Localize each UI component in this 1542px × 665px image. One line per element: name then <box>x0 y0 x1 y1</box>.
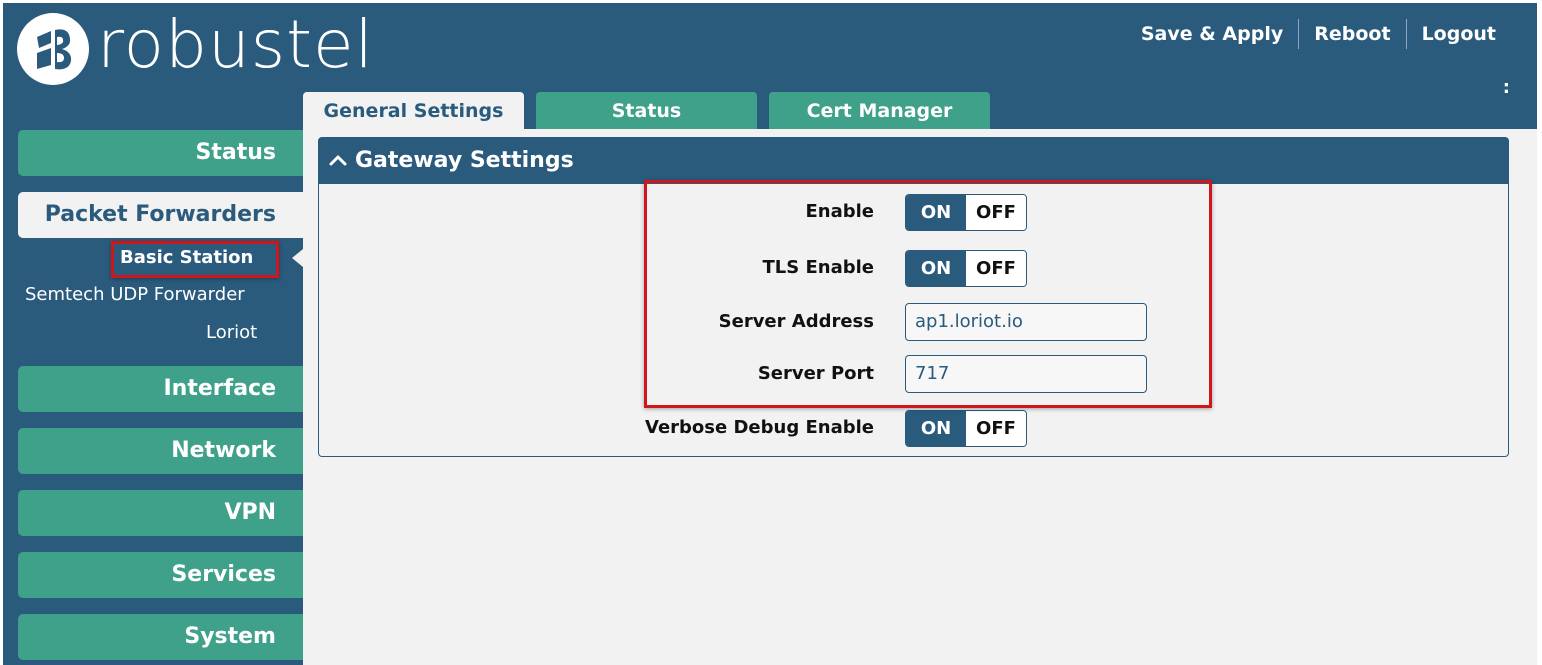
save-apply-link[interactable]: Save & Apply <box>1126 19 1298 49</box>
sidebar-subitem-loriot[interactable]: Loriot <box>206 321 257 345</box>
highlight-box-basic-station <box>111 241 279 278</box>
logout-link[interactable]: Logout <box>1407 19 1511 49</box>
verbose-debug-off-option[interactable]: OFF <box>966 411 1026 446</box>
verbose-debug-on-option[interactable]: ON <box>906 411 966 446</box>
verbose-debug-row: Verbose Debug Enable ON OFF <box>319 408 1508 448</box>
reboot-link[interactable]: Reboot <box>1299 19 1405 49</box>
highlight-box-settings <box>644 180 1212 408</box>
brand-logo[interactable]: robustel <box>17 6 373 85</box>
verbose-debug-label: Verbose Debug Enable <box>645 417 874 438</box>
panel-header[interactable]: Gateway Settings <box>319 138 1508 184</box>
tab-general-settings[interactable]: General Settings <box>303 92 524 129</box>
sidebar-item-packet-forwarders[interactable]: Packet Forwarders <box>18 192 303 238</box>
sidebar-item-status[interactable]: Status <box>18 130 303 176</box>
sidebar-item-services[interactable]: Services <box>18 552 303 598</box>
sidebar-item-vpn[interactable]: VPN <box>18 490 303 536</box>
sidebar-subitem-semtech-udp-forwarder[interactable]: Semtech UDP Forwarder <box>25 283 245 307</box>
main-content: Gateway Settings Enable ON OFF TLS Enabl… <box>303 129 1537 665</box>
tab-cert-manager[interactable]: Cert Manager <box>769 92 990 129</box>
sidebar-item-network[interactable]: Network <box>18 428 303 474</box>
brand-name: robustel <box>97 6 374 83</box>
tab-status[interactable]: Status <box>536 92 757 129</box>
sidebar-item-interface[interactable]: Interface <box>18 366 303 412</box>
top-actions: Save & Apply Reboot Logout <box>1126 19 1511 49</box>
active-item-pointer <box>292 249 303 267</box>
panel-title: Gateway Settings <box>355 148 574 173</box>
app-frame: robustel Save & Apply Reboot Logout : Ge… <box>3 3 1537 665</box>
sidebar-item-system[interactable]: System <box>18 614 303 660</box>
status-indicator: : <box>1502 77 1510 98</box>
robustel-logo-icon <box>17 13 89 85</box>
chevron-up-icon[interactable] <box>329 138 347 184</box>
verbose-debug-toggle[interactable]: ON OFF <box>905 410 1027 447</box>
